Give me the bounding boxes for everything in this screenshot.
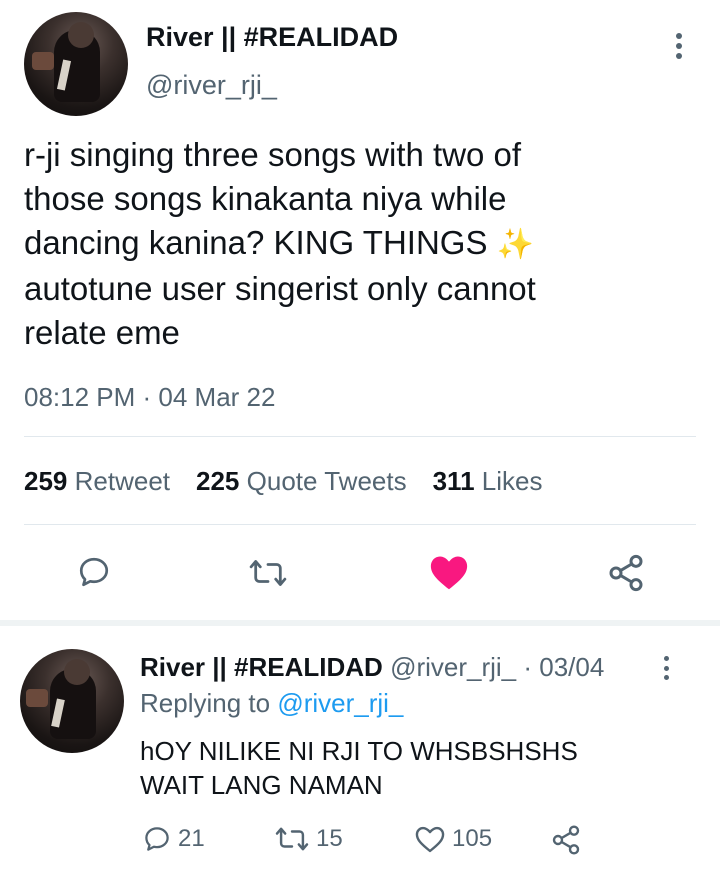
replying-to-mention[interactable]: @river_rji_ xyxy=(277,688,403,718)
sparkles-emoji: ✨ xyxy=(496,228,534,261)
heart-filled-icon[interactable] xyxy=(428,553,470,591)
tweet-detail-screen: River || #REALIDAD @river_rji_ r-ji sing… xyxy=(0,0,720,878)
reply-meta: @river_rji_ · 03/04 xyxy=(390,652,605,682)
reply-share-button[interactable] xyxy=(550,824,582,856)
divider xyxy=(24,524,696,525)
retweets-stat[interactable]: 259 Retweet xyxy=(24,466,170,496)
reply-text: hOY NILIKE NI RJI TO WHSBSHSHS WAIT LANG… xyxy=(140,736,578,800)
reply-reply-button[interactable]: 21 xyxy=(142,824,205,854)
author-handle[interactable]: @river_rji_ xyxy=(146,70,277,101)
share-icon xyxy=(552,825,580,855)
heart-outline-icon xyxy=(415,826,445,853)
retweet-icon[interactable] xyxy=(248,556,288,590)
section-separator xyxy=(0,620,720,626)
reply-retweet-button[interactable]: 15 xyxy=(274,824,343,854)
reply-header: River || #REALIDAD @river_rji_ · 03/04 xyxy=(140,652,604,683)
author-avatar[interactable] xyxy=(24,12,128,116)
share-icon[interactable] xyxy=(606,553,646,593)
reply-icon[interactable] xyxy=(76,554,112,590)
retweet-icon xyxy=(275,827,309,851)
reply-icon xyxy=(145,827,169,851)
quotes-stat[interactable]: 225 Quote Tweets xyxy=(196,466,407,496)
retweet-count: 15 xyxy=(316,825,343,852)
reply-more-options-icon[interactable] xyxy=(660,656,672,680)
replying-to: Replying to @river_rji_ xyxy=(140,688,404,718)
tweet-stats: 259 Retweet 225 Quote Tweets 311 Likes xyxy=(24,466,542,497)
divider xyxy=(24,436,696,437)
tweet-text: r-ji singing three songs with two of tho… xyxy=(24,136,536,351)
tweet-timestamp[interactable]: 08:12 PM · 04 Mar 22 xyxy=(24,382,275,413)
likes-stat[interactable]: 311 Likes xyxy=(433,466,543,496)
reply-like-button[interactable]: 105 xyxy=(414,824,492,854)
reply-count: 21 xyxy=(178,825,205,852)
like-count: 105 xyxy=(452,825,493,852)
author-name[interactable]: River || #REALIDAD xyxy=(146,22,398,53)
reply-author-avatar[interactable] xyxy=(20,649,124,753)
reply-author-name[interactable]: River || #REALIDAD xyxy=(140,652,383,682)
more-options-icon[interactable] xyxy=(673,33,685,59)
